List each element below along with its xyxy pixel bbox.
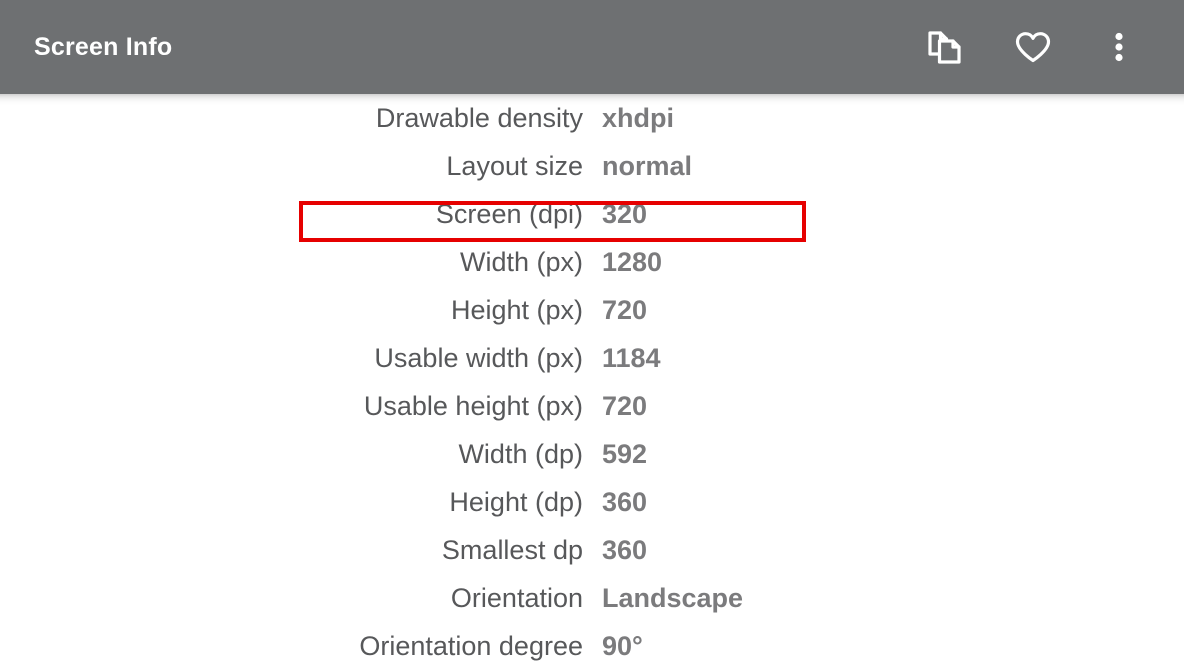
info-row-label: Width (px) <box>459 246 583 277</box>
info-row: Usable height (px) 720 <box>0 382 1184 430</box>
screen-info-app: Screen Info Drawable density xhdpi Layou… <box>0 0 1184 672</box>
overflow-menu-button[interactable] <box>1076 0 1162 94</box>
info-row-label: Usable height (px) <box>363 390 583 421</box>
info-row-value: 1280 <box>602 246 663 277</box>
favorite-button[interactable] <box>990 0 1076 94</box>
info-row-value: 320 <box>602 198 648 229</box>
info-row-value: 720 <box>602 390 648 421</box>
info-row: Usable width (px) 1184 <box>0 334 1184 382</box>
screen-info-list: Drawable density xhdpi Layout size normal Sc… <box>0 94 1184 672</box>
info-row: Screen (dpi) 320 <box>0 190 1184 238</box>
info-row: Height (dp) 360 <box>0 478 1184 526</box>
info-row-label: Smallest dp <box>441 534 583 565</box>
app-bar: Screen Info <box>0 0 1184 94</box>
info-row-label: Screen (dpi) <box>435 198 583 229</box>
info-row-value: xhdpi <box>602 102 674 133</box>
info-row-label: Usable width (px) <box>374 342 583 373</box>
copy-button[interactable] <box>904 0 990 94</box>
info-row-value: 360 <box>602 534 648 565</box>
heart-icon <box>1010 24 1056 70</box>
info-row-label: Layout size <box>446 150 583 181</box>
info-row: Height (px) 720 <box>0 286 1184 334</box>
info-row-label: Height (dp) <box>449 486 583 517</box>
info-row-value: 720 <box>602 294 648 325</box>
info-row-label: Drawable density <box>375 102 583 133</box>
app-bar-actions <box>904 0 1162 94</box>
info-row-label: Orientation <box>450 582 583 613</box>
info-row-value: 1184 <box>602 342 661 373</box>
info-row-value: 360 <box>602 486 648 517</box>
info-row: Orientation degree 90° <box>0 622 1184 670</box>
info-row-label: Orientation degree <box>359 630 583 661</box>
info-row-value: normal <box>602 150 693 181</box>
overflow-menu-icon <box>1096 24 1142 70</box>
info-row: Width (px) 1280 <box>0 238 1184 286</box>
info-row-label: Height (px) <box>450 294 583 325</box>
info-row: Drawable density xhdpi <box>0 94 1184 142</box>
info-row: Orientation Landscape <box>0 574 1184 622</box>
info-row-value: 592 <box>602 438 648 469</box>
copy-icon <box>924 24 970 70</box>
page-title: Screen Info <box>34 32 173 61</box>
info-row: Smallest dp 360 <box>0 526 1184 574</box>
info-row-label: Width (dp) <box>458 438 583 469</box>
info-row-value: 90° <box>602 630 643 661</box>
info-row: Layout size normal <box>0 142 1184 190</box>
info-row: Width (dp) 592 <box>0 430 1184 478</box>
info-row-value: Landscape <box>602 582 744 613</box>
